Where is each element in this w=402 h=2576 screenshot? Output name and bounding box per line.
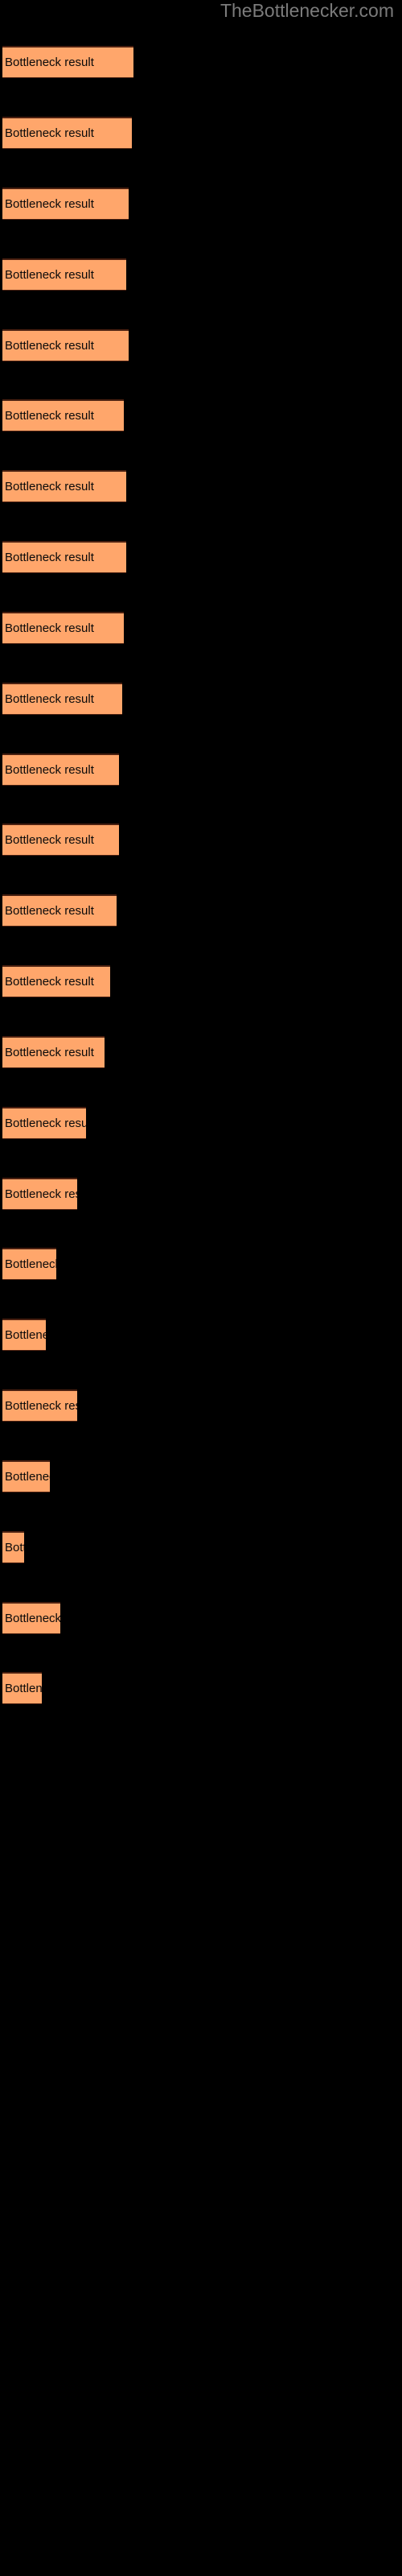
bar-row: Bottleneck result <box>0 117 402 149</box>
bar[interactable]: Bottleneck result <box>2 612 124 644</box>
bar-row: Bottleneck result <box>0 1107 402 1139</box>
bar-label: Bottleneck result <box>5 409 94 423</box>
bar-row: Bottleneck result <box>0 470 402 502</box>
bar-row: Bottleneck result <box>0 329 402 361</box>
bar[interactable]: Bottleneck result <box>2 329 129 361</box>
bar-row: Bottleneck result <box>0 258 402 291</box>
bar-row: Bottleneck result <box>0 683 402 715</box>
bar-label: Bottleneck result <box>5 1682 42 1695</box>
bar[interactable]: Bottleneck result <box>2 683 122 715</box>
bar-label: Bottleneck result <box>5 197 94 211</box>
bar-label: Bottleneck result <box>5 763 94 777</box>
bar-row: Bottleneck result <box>0 399 402 431</box>
bar[interactable]: Bottleneck result <box>2 117 132 149</box>
bar-row: Bottleneck result <box>0 1672 402 1704</box>
bar[interactable]: Bottleneck result <box>2 965 110 997</box>
bar-row: Bottleneck result <box>0 1178 402 1210</box>
bar-row: Bottleneck result <box>0 188 402 220</box>
bar-label: Bottleneck result <box>5 692 94 706</box>
bar-label: Bottleneck result <box>5 1328 46 1342</box>
bar[interactable]: Bottleneck result <box>2 541 126 573</box>
bar-label: Bottleneck result <box>5 339 94 353</box>
bar-row: Bottleneck result <box>0 894 402 927</box>
page-root: TheBottlenecker.com Bottleneck result Bot… <box>0 0 402 2576</box>
bar-row: Bottleneck result <box>0 1602 402 1634</box>
bar-label: Bottleneck result <box>5 1187 77 1201</box>
bar-label: Bottleneck result <box>5 904 94 918</box>
bar-label: Bottleneck result <box>5 833 94 847</box>
bar-row: Bottleneck result <box>0 1531 402 1563</box>
bar-label: Bottleneck result <box>5 1046 94 1059</box>
bar[interactable]: Bottleneck result <box>2 188 129 220</box>
bar-label: Bottleneck result <box>5 268 94 282</box>
bar-row: Bottleneck result <box>0 1460 402 1492</box>
bar-row: Bottleneck result <box>0 965 402 997</box>
bar-row: Bottleneck result <box>0 1389 402 1422</box>
bar[interactable]: Bottleneck result <box>2 753 119 786</box>
bar-label: Bottleneck result <box>5 126 94 140</box>
bar-label: Bottleneck result <box>5 1117 86 1130</box>
bar[interactable]: Bottleneck result <box>2 399 124 431</box>
bar-row: Bottleneck result <box>0 1248 402 1280</box>
bar-label: Bottleneck result <box>5 56 94 69</box>
bar-row: Bottleneck result <box>0 753 402 786</box>
bar[interactable]: Bottleneck result <box>2 1672 42 1704</box>
bar-label: Bottleneck result <box>5 621 94 635</box>
bar-label: Bottleneck result <box>5 480 94 493</box>
bar[interactable]: Bottleneck result <box>2 1036 105 1068</box>
bar-label: Bottleneck result <box>5 1470 50 1484</box>
bar[interactable]: Bottleneck result <box>2 1107 86 1139</box>
bar[interactable]: Bottleneck result <box>2 1178 77 1210</box>
bar-label: Bottleneck result <box>5 1257 56 1271</box>
bar[interactable]: Bottleneck result <box>2 824 119 856</box>
bar[interactable]: Bottleneck result <box>2 1319 46 1351</box>
bar-row: Bottleneck result <box>0 541 402 573</box>
bar-row: Bottleneck result <box>0 1319 402 1351</box>
bar[interactable]: Bottleneck result <box>2 1248 56 1280</box>
bar-label: Bottleneck result <box>5 975 94 989</box>
bar[interactable]: Bottleneck result <box>2 46 133 78</box>
bar-row: Bottleneck result <box>0 46 402 78</box>
bar-row: Bottleneck result <box>0 612 402 644</box>
bar-row: Bottleneck result <box>0 1036 402 1068</box>
bar[interactable]: Bottleneck result <box>2 470 126 502</box>
bar[interactable]: Bottleneck result <box>2 894 117 927</box>
bar-label: Bottleneck result <box>5 1541 24 1554</box>
bottleneck-bar-chart: Bottleneck result Bottleneck result Bottle… <box>0 0 402 1771</box>
bar[interactable]: Bottleneck result <box>2 1460 50 1492</box>
bar[interactable]: Bottleneck result <box>2 1389 77 1422</box>
bar[interactable]: Bottleneck result <box>2 258 126 291</box>
bar[interactable]: Bottleneck result <box>2 1531 24 1563</box>
bar[interactable]: Bottleneck result <box>2 1602 60 1634</box>
bar-row: Bottleneck result <box>0 824 402 856</box>
bar-label: Bottleneck result <box>5 551 94 564</box>
bar-label: Bottleneck result <box>5 1612 60 1625</box>
bar-label: Bottleneck result <box>5 1399 77 1413</box>
